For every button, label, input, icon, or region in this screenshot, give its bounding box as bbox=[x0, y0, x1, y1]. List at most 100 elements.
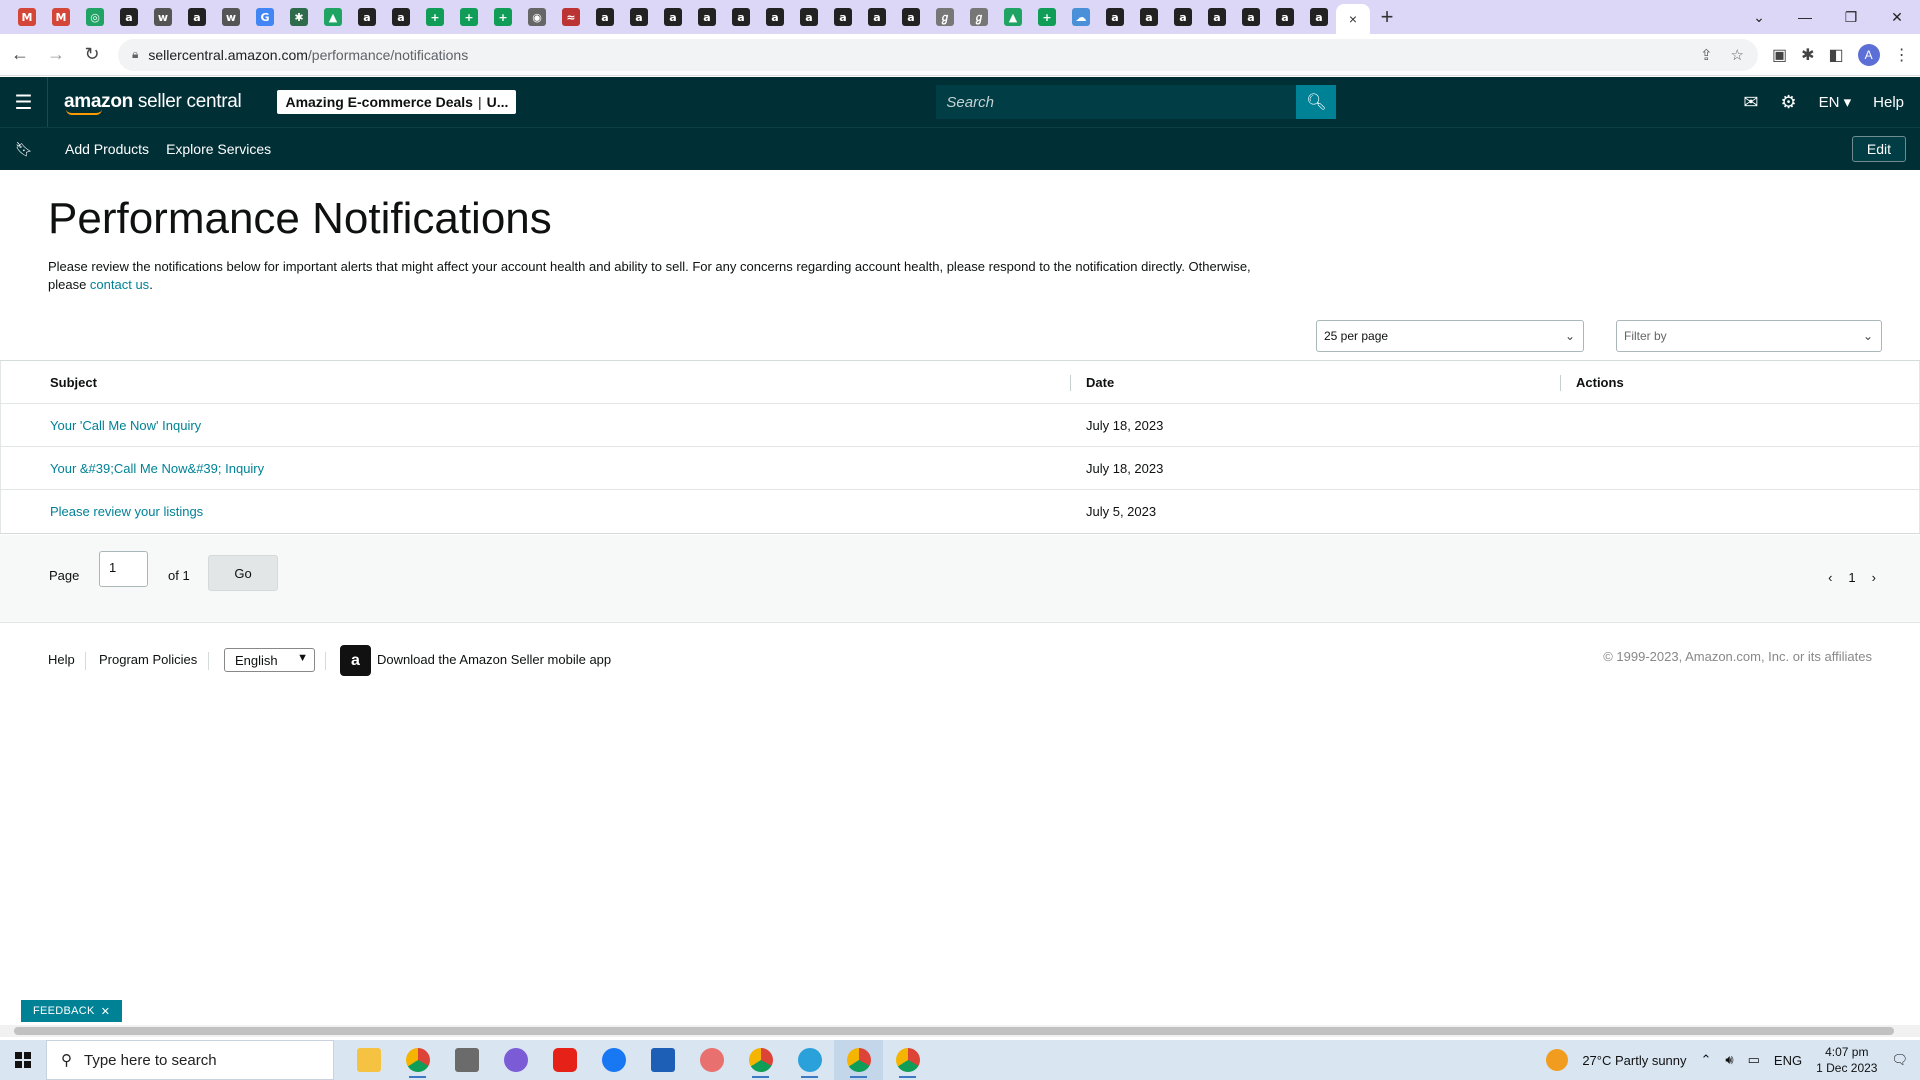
gear-icon[interactable]: ⚙ bbox=[1780, 92, 1796, 113]
browser-tab[interactable]: G bbox=[248, 0, 282, 34]
subject-column-header[interactable]: Subject bbox=[1, 361, 1071, 403]
browser-tab[interactable]: + bbox=[418, 0, 452, 34]
browser-tab[interactable]: a bbox=[690, 0, 724, 34]
help-link[interactable]: Help bbox=[1873, 94, 1904, 111]
mail-icon[interactable]: ✉ bbox=[1743, 92, 1758, 113]
browser-tab[interactable]: + bbox=[486, 0, 520, 34]
browser-menu-icon[interactable]: ⋮ bbox=[1894, 45, 1910, 65]
scrollbar-thumb[interactable] bbox=[14, 1027, 1894, 1035]
browser-tab[interactable]: M bbox=[10, 0, 44, 34]
browser-tab[interactable]: a bbox=[1302, 0, 1336, 34]
profile-avatar[interactable]: A bbox=[1857, 43, 1880, 66]
volume-icon[interactable]: 🔊︎ bbox=[1725, 1052, 1733, 1068]
browser-tab[interactable]: ▲ bbox=[316, 0, 350, 34]
browser-tab[interactable]: a bbox=[180, 0, 214, 34]
browser-tab[interactable]: a bbox=[1166, 0, 1200, 34]
browser-tab[interactable]: w bbox=[146, 0, 180, 34]
weather-icon[interactable] bbox=[1546, 1049, 1569, 1071]
side-panel-icon[interactable]: ◧ bbox=[1829, 45, 1844, 65]
browser-tab[interactable]: a bbox=[112, 0, 146, 34]
browser-tab[interactable]: a bbox=[1234, 0, 1268, 34]
browser-tab[interactable]: ◎ bbox=[78, 0, 112, 34]
browser-tab[interactable]: a bbox=[792, 0, 826, 34]
search-input[interactable] bbox=[936, 85, 1297, 119]
contact-us-link[interactable]: contact us bbox=[90, 277, 149, 292]
browser-tab[interactable]: ☁ bbox=[1064, 0, 1098, 34]
facebook-icon[interactable] bbox=[589, 1040, 638, 1080]
browser-tab[interactable]: M bbox=[44, 0, 78, 34]
url-bar[interactable]: 🔒︎ sellercentral.amazon.com/performance/… bbox=[118, 38, 1758, 71]
chrome-icon[interactable] bbox=[393, 1040, 442, 1080]
browser-tab[interactable]: a bbox=[622, 0, 656, 34]
footer-language-select[interactable]: English ▼ bbox=[224, 648, 315, 672]
store-icon[interactable] bbox=[638, 1040, 687, 1080]
hamburger-menu-icon[interactable]: ☰ bbox=[0, 77, 48, 127]
youtube-icon[interactable] bbox=[540, 1040, 589, 1080]
restore-button[interactable]: ❐ bbox=[1828, 0, 1874, 34]
filter-select[interactable]: Filter by ⌄ bbox=[1616, 320, 1882, 352]
chrome-icon[interactable] bbox=[883, 1040, 932, 1080]
go-button[interactable]: Go bbox=[208, 555, 278, 591]
minimize-button[interactable]: — bbox=[1782, 0, 1828, 34]
input-language[interactable]: ENG bbox=[1774, 1053, 1802, 1068]
browser-tab[interactable]: a bbox=[1268, 0, 1302, 34]
page-number-input[interactable]: 1 bbox=[99, 551, 148, 587]
browser-tab[interactable]: a bbox=[350, 0, 384, 34]
browser-tab[interactable]: ◉ bbox=[520, 0, 554, 34]
browser-tab[interactable]: a bbox=[656, 0, 690, 34]
chrome-icon[interactable] bbox=[736, 1040, 785, 1080]
horizontal-scrollbar[interactable] bbox=[0, 1025, 1920, 1037]
active-browser-tab[interactable]: × bbox=[1336, 4, 1370, 34]
previous-page-icon[interactable]: ‹ bbox=[1828, 570, 1832, 585]
file-explorer-icon[interactable] bbox=[344, 1040, 393, 1080]
network-icon[interactable]: ▭ bbox=[1748, 1052, 1760, 1068]
browser-tab[interactable]: ≈ bbox=[554, 0, 588, 34]
bookmark-star-icon[interactable]: ☆ bbox=[1731, 46, 1744, 64]
weather-text[interactable]: 27°C Partly sunny bbox=[1582, 1053, 1686, 1068]
calculator-icon[interactable] bbox=[442, 1040, 491, 1080]
program-policies-link[interactable]: Program Policies bbox=[99, 652, 197, 667]
explore-services-link[interactable]: Explore Services bbox=[166, 141, 271, 157]
footer-help-link[interactable]: Help bbox=[48, 652, 75, 667]
browser-tab[interactable]: + bbox=[1030, 0, 1064, 34]
browser-tab[interactable]: a bbox=[1098, 0, 1132, 34]
browser-tab[interactable]: a bbox=[860, 0, 894, 34]
clock[interactable]: 4:07 pm 1 Dec 2023 bbox=[1816, 1044, 1877, 1076]
close-tab-icon[interactable]: × bbox=[1349, 11, 1357, 27]
close-window-button[interactable]: ✕ bbox=[1874, 0, 1920, 34]
download-app-link[interactable]: Download the Amazon Seller mobile app bbox=[377, 652, 611, 667]
date-column-header[interactable]: Date bbox=[1071, 361, 1561, 403]
browser-tab[interactable]: + bbox=[452, 0, 486, 34]
browser-tab[interactable]: a bbox=[758, 0, 792, 34]
share-icon[interactable]: ⇪ bbox=[1700, 46, 1713, 64]
add-products-link[interactable]: Add Products bbox=[65, 141, 149, 157]
browser-tab[interactable]: a bbox=[384, 0, 418, 34]
browser-tab[interactable]: ✱ bbox=[282, 0, 316, 34]
extensions-puzzle-icon[interactable]: ✱ bbox=[1801, 45, 1814, 65]
snipping-tool-icon[interactable] bbox=[687, 1040, 736, 1080]
browser-tab[interactable]: a bbox=[894, 0, 928, 34]
browser-tab[interactable]: a bbox=[1200, 0, 1234, 34]
current-page-number[interactable]: 1 bbox=[1848, 570, 1855, 585]
edit-nav-button[interactable]: Edit bbox=[1851, 136, 1906, 162]
browser-tab[interactable]: ▲ bbox=[996, 0, 1030, 34]
notifications-icon[interactable]: 🗨︎ bbox=[1891, 1052, 1908, 1068]
search-button[interactable]: 🔍︎ bbox=[1296, 85, 1337, 119]
chrome-icon[interactable] bbox=[834, 1040, 883, 1080]
bookmark-icon[interactable]: 🔖︎ bbox=[0, 141, 48, 158]
browser-tab[interactable]: a bbox=[724, 0, 758, 34]
notification-subject-link[interactable]: Your &#39;Call Me Now&#39; Inquiry bbox=[50, 461, 264, 476]
amazon-app-icon[interactable]: a bbox=[340, 645, 371, 676]
amazon-seller-central-logo[interactable]: amazon seller central bbox=[64, 91, 242, 115]
store-switcher[interactable]: Amazing E-commerce Deals | U... bbox=[277, 90, 517, 114]
notification-subject-link[interactable]: Please review your listings bbox=[50, 504, 203, 519]
forward-button[interactable]: → bbox=[40, 39, 72, 71]
extension-off-icon[interactable]: ▣ bbox=[1772, 45, 1787, 65]
browser-tab[interactable]: a bbox=[1132, 0, 1166, 34]
browser-tab[interactable]: a bbox=[826, 0, 860, 34]
browser-tab[interactable]: ℊ bbox=[928, 0, 962, 34]
feedback-button[interactable]: FEEDBACK ✕ bbox=[21, 1000, 123, 1022]
copilot-icon[interactable] bbox=[491, 1040, 540, 1080]
new-tab-button[interactable]: + bbox=[1370, 0, 1404, 34]
per-page-select[interactable]: 25 per page ⌄ bbox=[1316, 320, 1584, 352]
